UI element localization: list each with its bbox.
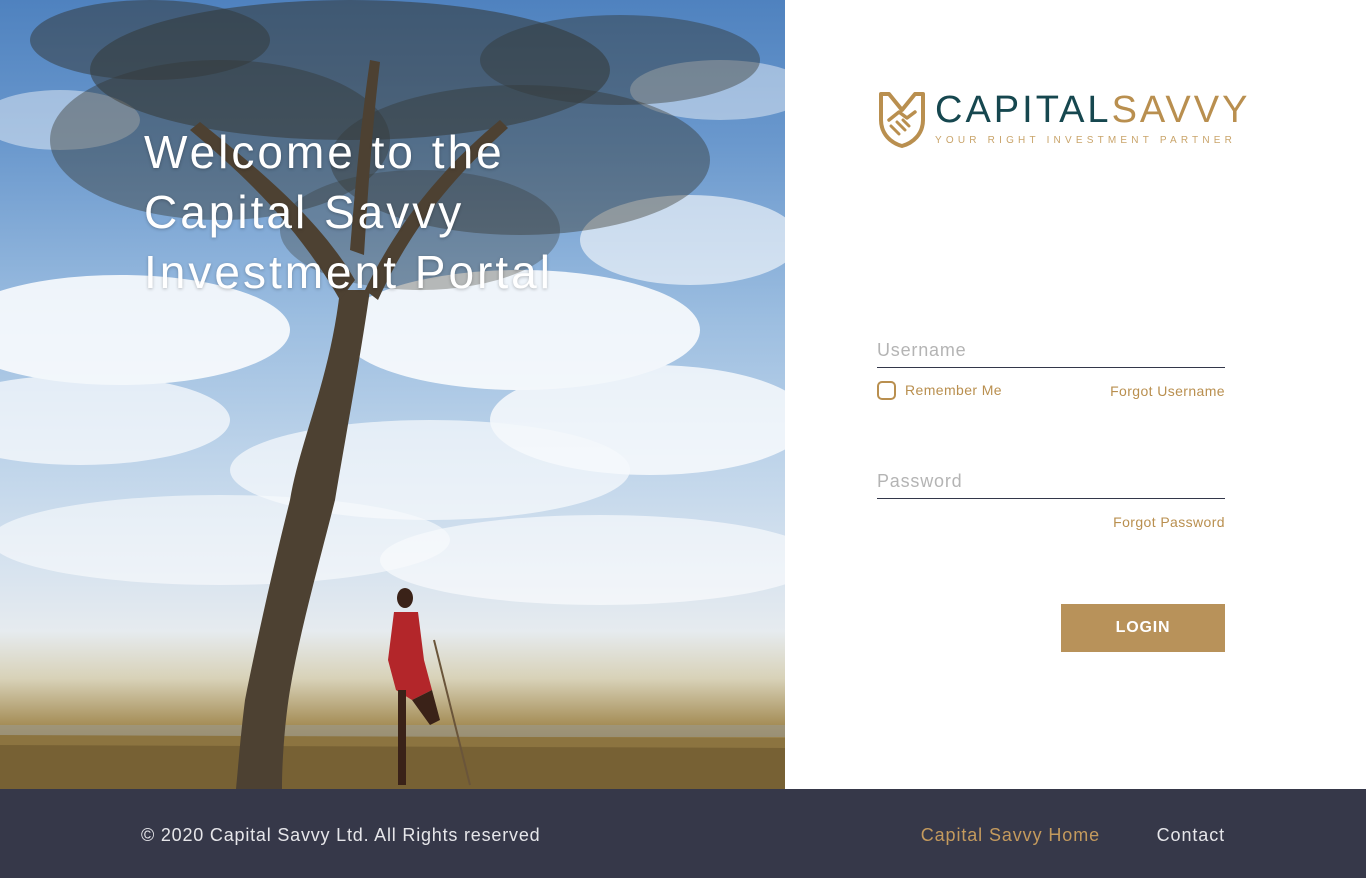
hero-title-line-1: Welcome to the	[144, 126, 505, 178]
copyright-text: © 2020 Capital Savvy Ltd. All Rights res…	[141, 825, 541, 845]
brand-name-part-1: CAPITAL	[935, 89, 1112, 131]
savanna-photo	[0, 0, 785, 789]
brand-name-part-2: SAVVY	[1111, 89, 1251, 131]
password-input[interactable]	[877, 463, 1225, 498]
remember-me-label: Remember Me	[905, 382, 1002, 398]
footer-link-home[interactable]: Capital Savvy Home	[921, 825, 1100, 846]
forgot-username-link[interactable]: Forgot Username	[1110, 383, 1225, 399]
brand-logo: CAPITALSAVVY YOUR RIGHT INVESTMENT PARTN…	[877, 90, 1247, 150]
login-page: Welcome to the Capital Savvy Investment …	[0, 0, 1366, 878]
login-button[interactable]: LOGIN	[1061, 604, 1225, 652]
hero-title-line-2: Capital Savvy	[144, 186, 465, 238]
username-field-wrapper	[877, 332, 1225, 368]
brand-tagline: YOUR RIGHT INVESTMENT PARTNER	[935, 135, 1237, 146]
forgot-password-link[interactable]: Forgot Password	[1113, 514, 1225, 530]
brand-name: CAPITALSAVVY	[935, 90, 1250, 130]
login-panel: CAPITALSAVVY YOUR RIGHT INVESTMENT PARTN…	[785, 0, 1366, 789]
footer: © 2020 Capital Savvy Ltd. All Rights res…	[0, 789, 1366, 878]
footer-link-contact[interactable]: Contact	[1157, 825, 1225, 846]
hero-title-line-3: Investment Portal	[144, 246, 553, 298]
password-field-wrapper	[877, 463, 1225, 499]
username-input[interactable]	[877, 332, 1225, 367]
remember-me-option[interactable]: Remember Me	[877, 380, 1002, 400]
hero-image-section: Welcome to the Capital Savvy Investment …	[0, 0, 785, 789]
remember-me-checkbox[interactable]	[877, 380, 896, 400]
shield-handshake-icon	[879, 92, 925, 148]
hero-title: Welcome to the Capital Savvy Investment …	[144, 122, 744, 302]
